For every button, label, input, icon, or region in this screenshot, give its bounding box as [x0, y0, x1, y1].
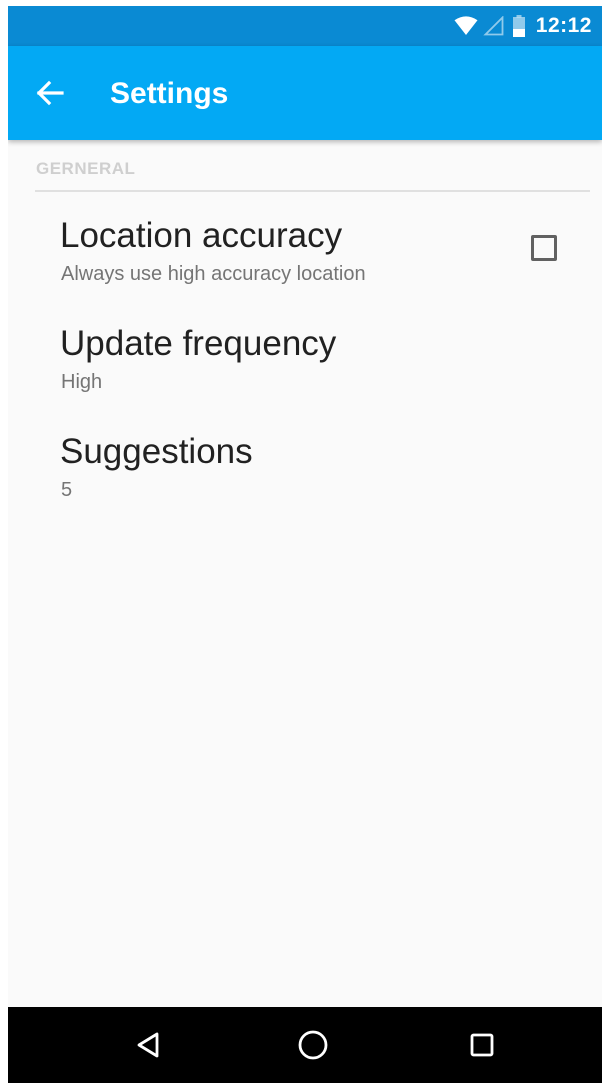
preference-summary: 5	[61, 479, 73, 501]
preference-title: Suggestions	[60, 432, 253, 471]
back-button[interactable]	[26, 69, 74, 117]
wifi-icon	[454, 16, 478, 35]
preference-update-frequency[interactable]: Update frequency High	[8, 310, 602, 418]
preference-summary: Always use high accuracy location	[61, 263, 366, 285]
nav-home-button[interactable]	[287, 1019, 339, 1071]
navigation-bar	[8, 1007, 602, 1083]
preference-location-accuracy[interactable]: Location accuracy Always use high accura…	[8, 140, 602, 310]
cellular-signal-icon	[483, 16, 504, 36]
nav-recents-button[interactable]	[456, 1019, 508, 1071]
status-time: 12:12	[535, 14, 592, 37]
home-circle-icon	[298, 1030, 328, 1060]
page-title: Settings	[110, 77, 229, 110]
battery-icon	[512, 15, 525, 37]
preference-suggestions[interactable]: Suggestions 5	[8, 418, 602, 526]
recents-square-icon	[470, 1033, 494, 1057]
back-triangle-icon	[137, 1032, 159, 1058]
preference-title: Update frequency	[60, 324, 337, 363]
location-accuracy-checkbox[interactable]	[531, 235, 557, 261]
preference-summary: High	[61, 371, 103, 393]
status-bar: 12:12	[8, 6, 602, 46]
settings-screen: 12:12 Settings GERNERAL Location accurac…	[8, 6, 602, 1083]
arrow-back-icon	[36, 80, 64, 106]
status-icons: 12:12	[454, 6, 592, 46]
preference-title: Location accuracy	[60, 216, 343, 255]
app-bar: Settings	[8, 46, 602, 140]
nav-back-button[interactable]	[123, 1019, 175, 1071]
